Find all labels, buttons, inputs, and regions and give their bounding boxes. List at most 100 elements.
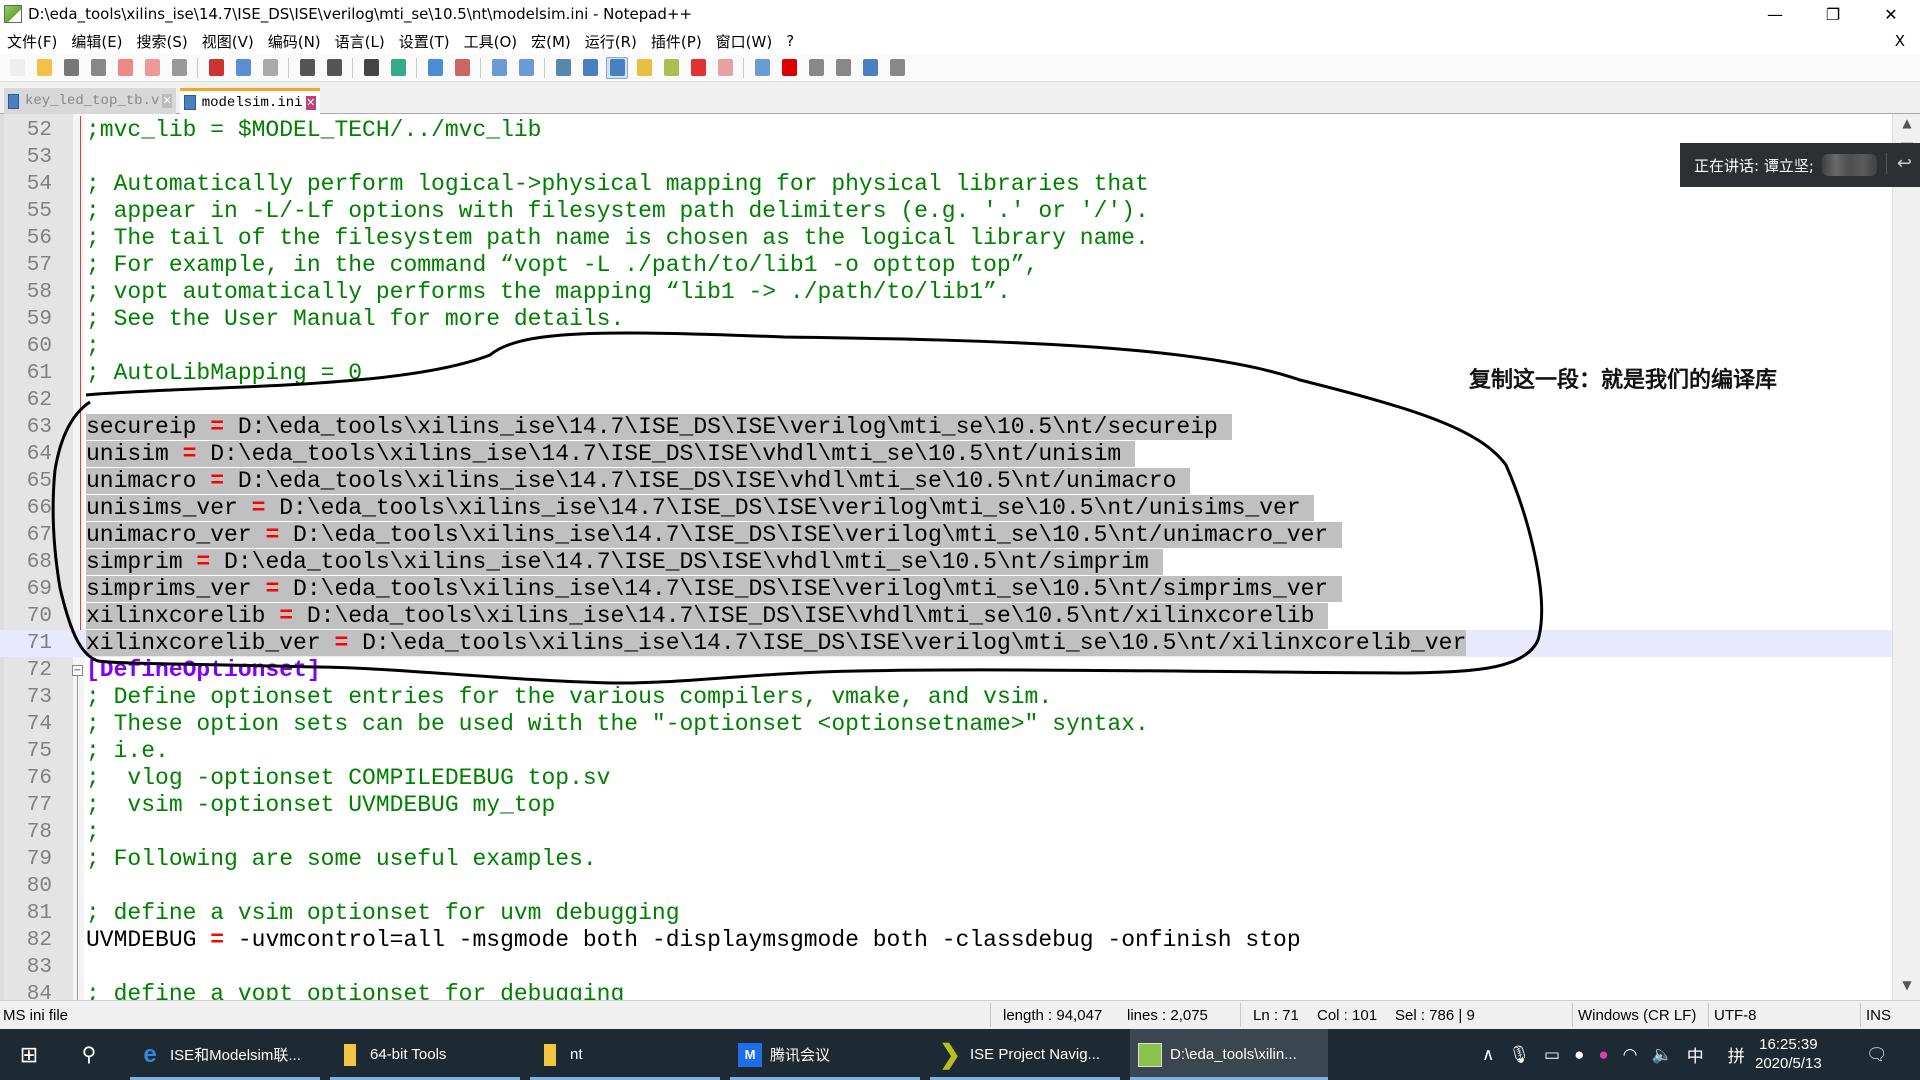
close-document-button[interactable]: X xyxy=(1888,32,1912,50)
code-line[interactable]: 77 ; vsim -optionset UVMDEBUG my_top xyxy=(0,792,1892,819)
show-all-chars-icon[interactable] xyxy=(579,57,601,79)
zoom-out-icon[interactable] xyxy=(451,57,473,79)
code-line[interactable]: 78; xyxy=(0,819,1892,846)
menu-item[interactable]: 文件(F) xyxy=(0,31,64,52)
menu-item[interactable]: 语言(L) xyxy=(328,31,392,52)
menu-item[interactable]: 窗口(W) xyxy=(709,31,780,52)
scroll-up-arrow-icon[interactable]: ▲ xyxy=(1893,116,1920,136)
menu-item[interactable]: 运行(R) xyxy=(578,31,644,52)
code-line[interactable]: 66 unisims_ver = D:\eda_tools\xilins_ise\… xyxy=(0,495,1892,522)
close-all-icon[interactable] xyxy=(141,57,163,79)
function-list-icon[interactable] xyxy=(687,57,709,79)
sync-horizontal-icon[interactable] xyxy=(515,57,537,79)
code-line[interactable]: 52 ;mvc_lib = $MODEL_TECH/../mvc_lib xyxy=(0,117,1892,144)
record-macro-icon[interactable] xyxy=(778,57,800,79)
code-line[interactable]: 54 ; Automatically perform logical->physi… xyxy=(0,171,1892,198)
taskbar-item-ise[interactable]: ❯ ISE Project Navig... xyxy=(930,1029,1120,1080)
code-line[interactable]: 60; xyxy=(0,333,1892,360)
menu-item[interactable]: 编辑(E) xyxy=(64,31,129,52)
qq-icon[interactable]: ● xyxy=(1574,1045,1584,1065)
replace-icon[interactable] xyxy=(387,57,409,79)
save-icon[interactable] xyxy=(60,57,82,79)
code-line[interactable]: 84 ; define a vopt optionset for debuggin… xyxy=(0,981,1892,1000)
tab-key-led-top-tb[interactable]: key_led_top_tb.v ✕ xyxy=(4,88,176,114)
save-all-icon[interactable] xyxy=(87,57,109,79)
code-line[interactable]: 80 xyxy=(0,873,1892,900)
code-line[interactable]: 68 simprim = D:\eda_tools\xilins_ise\14.7… xyxy=(0,549,1892,576)
close-button[interactable]: ✕ xyxy=(1862,0,1920,28)
indent-guide-icon[interactable] xyxy=(606,56,628,79)
print-icon[interactable] xyxy=(168,57,190,79)
volume-icon[interactable]: 🔈 xyxy=(1652,1045,1673,1065)
doc-map-icon[interactable] xyxy=(660,57,682,79)
clock[interactable]: 16:25:39 2020/5/13 xyxy=(1755,1035,1822,1073)
code-line[interactable]: 71 xilinxcorelib_ver = D:\eda_tools\xilin… xyxy=(0,630,1892,657)
sync-vertical-icon[interactable] xyxy=(488,57,510,79)
menu-item[interactable]: 搜索(S) xyxy=(130,31,195,52)
battery-icon[interactable]: ▭ xyxy=(1544,1045,1560,1065)
fold-toggle-icon[interactable]: − xyxy=(72,665,83,676)
open-file-icon[interactable] xyxy=(33,57,55,79)
zoom-in-icon[interactable] xyxy=(424,57,446,79)
code-line[interactable]: 69 simprims_ver = D:\eda_tools\xilins_ise… xyxy=(0,576,1892,603)
code-line[interactable]: 73 ; Define optionset entries for the var… xyxy=(0,684,1892,711)
code-editor[interactable]: 52 ;mvc_lib = $MODEL_TECH/../mvc_lib 53 54;… xyxy=(0,114,1892,1000)
code-line[interactable]: 74 ; These option sets can be used with t… xyxy=(0,711,1892,738)
stop-record-icon[interactable] xyxy=(805,57,827,79)
close-icon[interactable] xyxy=(114,57,136,79)
menu-item[interactable]: 宏(M) xyxy=(524,31,578,52)
minimize-button[interactable]: — xyxy=(1746,0,1804,28)
code-line[interactable]: 59 ; See the User Manual for more details… xyxy=(0,306,1892,333)
microphone-icon[interactable]: 🎙 xyxy=(1508,1045,1530,1065)
taskbar-item-notepadpp[interactable]: D:\eda_tools\xilin... xyxy=(1130,1029,1328,1080)
new-file-icon[interactable] xyxy=(6,57,28,79)
code-line[interactable]: 65 unimacro = D:\eda_tools\xilins_ise\14.… xyxy=(0,468,1892,495)
code-line[interactable]: 81 ; define a vsim optionset for uvm debu… xyxy=(0,900,1892,927)
code-line[interactable]: 75 ; i.e. xyxy=(0,738,1892,765)
menu-item[interactable]: ? xyxy=(779,32,801,50)
start-button[interactable]: ⊞ xyxy=(0,1029,58,1080)
redo-icon[interactable] xyxy=(323,57,345,79)
cut-icon[interactable] xyxy=(205,57,227,79)
folder-workspace-icon[interactable] xyxy=(714,57,736,79)
code-line[interactable]: 64 unisim = D:\eda_tools\xilins_ise\14.7\… xyxy=(0,441,1892,468)
code-line[interactable]: 76 ; vlog -optionset COMPILEDEBUG top.sv xyxy=(0,765,1892,792)
user-language-icon[interactable] xyxy=(633,57,655,79)
taskbar-item-nt[interactable]: nt xyxy=(530,1029,720,1080)
menu-item[interactable]: 插件(P) xyxy=(644,31,709,52)
monitoring-icon[interactable] xyxy=(751,57,773,79)
tab-close-icon[interactable]: ✕ xyxy=(162,94,172,108)
qq-icon[interactable]: ● xyxy=(1598,1045,1608,1065)
code-line[interactable]: 83 xyxy=(0,954,1892,981)
code-line[interactable]: 63 secureip = D:\eda_tools\xilins_ise\14.… xyxy=(0,414,1892,441)
notifications-icon[interactable]: 🗨 xyxy=(1866,1029,1888,1080)
play-macro-icon[interactable] xyxy=(832,57,854,79)
code-line[interactable]: 55 ; appear in -L/-Lf options with filesy… xyxy=(0,198,1892,225)
wifi-icon[interactable]: ◠ xyxy=(1623,1045,1638,1065)
code-line[interactable]: 72 − [DefineOptionset] xyxy=(0,657,1892,684)
code-line[interactable]: 56 ; The tail of the filesystem path name… xyxy=(0,225,1892,252)
tab-modelsim-ini[interactable]: modelsim.ini ✕ xyxy=(180,88,320,114)
vertical-scrollbar[interactable]: ▲ ▼ xyxy=(1892,114,1920,1000)
code-line[interactable]: 79 ; Following are some useful examples. xyxy=(0,846,1892,873)
menu-item[interactable]: 设置(T) xyxy=(392,31,457,52)
taskbar-item-tencent-meeting[interactable]: M 腾讯会议 xyxy=(730,1029,920,1080)
menu-item[interactable]: 编码(N) xyxy=(261,31,328,52)
scroll-down-arrow-icon[interactable]: ▼ xyxy=(1893,978,1920,998)
taskbar-item-64bit-tools[interactable]: 64-bit Tools xyxy=(330,1029,520,1080)
code-line[interactable]: 82 UVMDEBUG = -uvmcontrol=all -msgmode bo… xyxy=(0,927,1892,954)
menu-item[interactable]: 视图(V) xyxy=(195,31,261,52)
show-hidden-icons-chevron-icon[interactable]: ∧ xyxy=(1482,1045,1494,1065)
code-line[interactable]: 53 xyxy=(0,144,1892,171)
paste-icon[interactable] xyxy=(259,57,281,79)
code-line[interactable]: 67 unimacro_ver = D:\eda_tools\xilins_ise… xyxy=(0,522,1892,549)
restore-button[interactable]: ❐ xyxy=(1804,0,1862,28)
search-button[interactable]: ⚲ xyxy=(58,1029,120,1080)
save-macro-icon[interactable] xyxy=(886,57,908,79)
menu-item[interactable]: 工具(O) xyxy=(457,31,525,52)
code-line[interactable]: 70 xilinxcorelib = D:\eda_tools\xilins_is… xyxy=(0,603,1892,630)
tab-close-icon[interactable]: ✕ xyxy=(305,95,316,110)
taskbar-item-browser[interactable]: e ISE和Modelsim联... xyxy=(130,1029,320,1080)
undo-icon[interactable] xyxy=(296,57,318,79)
copy-icon[interactable] xyxy=(232,57,254,79)
